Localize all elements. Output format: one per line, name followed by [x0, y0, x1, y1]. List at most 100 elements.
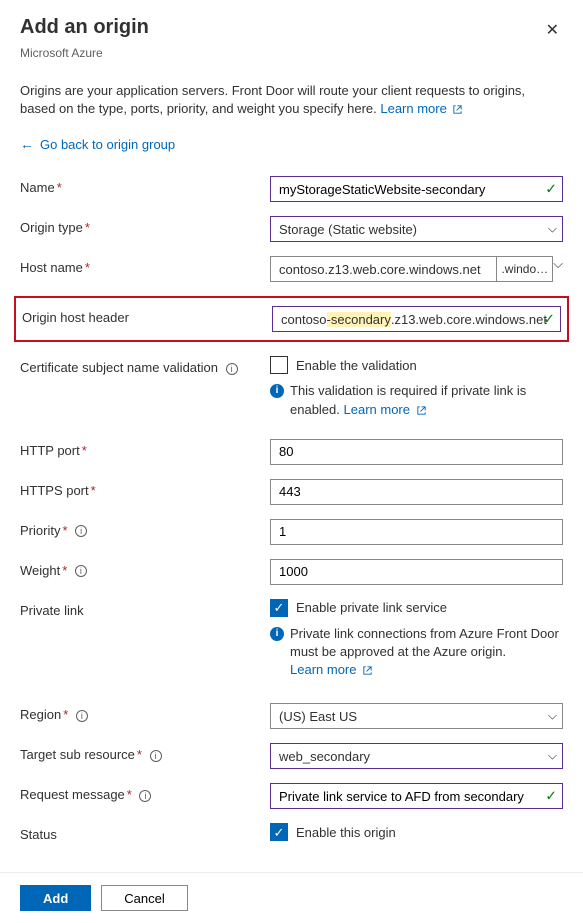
required-icon: *: [137, 747, 142, 762]
request-message-input[interactable]: [270, 783, 563, 809]
cert-validation-checkbox-label: Enable the validation: [296, 358, 417, 373]
check-icon: ✓: [274, 601, 285, 614]
row-origin-host-header: Origin host header contoso-secondary.z13…: [22, 306, 561, 332]
field-priority: [270, 519, 563, 545]
region-select[interactable]: (US) East US: [270, 703, 563, 729]
required-icon: *: [91, 483, 96, 498]
status-checkbox-label: Enable this origin: [296, 825, 396, 840]
info-filled-icon: i: [270, 384, 284, 398]
row-http-port: HTTP port*: [20, 439, 563, 465]
row-host-name: Host name* contoso.z13.web.core.windows.…: [20, 256, 563, 282]
row-priority: Priority* i: [20, 519, 563, 545]
field-origin-host-header: contoso-secondary.z13.web.core.windows.n…: [272, 306, 561, 332]
priority-input[interactable]: [270, 519, 563, 545]
field-request-message: ✓: [270, 783, 563, 809]
field-private-link: ✓ Enable private link service i Private …: [270, 599, 563, 680]
required-icon: *: [85, 260, 90, 275]
https-port-input[interactable]: [270, 479, 563, 505]
panel-header: Add an origin ✕: [20, 16, 563, 44]
private-link-note: i Private link connections from Azure Fr…: [270, 625, 563, 680]
target-sub-resource-select[interactable]: web_secondary: [270, 743, 563, 769]
close-icon[interactable]: ✕: [542, 16, 563, 44]
required-icon: *: [63, 707, 68, 722]
info-icon[interactable]: i: [139, 790, 151, 802]
field-cert-validation: Enable the validation i This validation …: [270, 356, 563, 418]
info-icon[interactable]: i: [76, 710, 88, 722]
row-request-message: Request message* i ✓: [20, 783, 563, 809]
row-https-port: HTTPS port*: [20, 479, 563, 505]
label-host-name: Host name*: [20, 256, 270, 275]
label-priority: Priority* i: [20, 519, 270, 538]
info-icon[interactable]: i: [75, 565, 87, 577]
chevron-down-icon: ⌵: [553, 256, 563, 282]
host-name-suffix: .windo…: [497, 256, 553, 282]
cancel-button[interactable]: Cancel: [101, 885, 187, 911]
origin-type-select[interactable]: Storage (Static website): [270, 216, 563, 242]
intro-text: Origins are your application servers. Fr…: [20, 82, 563, 118]
label-origin-type: Origin type*: [20, 216, 270, 235]
label-name: Name*: [20, 176, 270, 195]
private-link-checkbox[interactable]: ✓: [270, 599, 288, 617]
label-private-link: Private link: [20, 599, 270, 618]
field-http-port: [270, 439, 563, 465]
add-origin-panel: Add an origin ✕ Microsoft Azure Origins …: [0, 0, 583, 842]
required-icon: *: [62, 563, 67, 578]
status-checkbox[interactable]: ✓: [270, 823, 288, 841]
weight-input[interactable]: [270, 559, 563, 585]
label-cert-validation: Certificate subject name validation i: [20, 356, 270, 375]
info-filled-icon: i: [270, 627, 284, 641]
footer: Add Cancel: [0, 872, 583, 923]
name-input[interactable]: [270, 176, 563, 202]
row-weight: Weight* i: [20, 559, 563, 585]
field-region: (US) East US ⌵: [270, 703, 563, 729]
external-link-icon: [452, 104, 463, 115]
panel-title: Add an origin: [20, 16, 149, 39]
status-checkbox-row: ✓ Enable this origin: [270, 823, 563, 841]
info-icon[interactable]: i: [75, 525, 87, 537]
required-icon: *: [82, 443, 87, 458]
row-status: Status ✓ Enable this origin: [20, 823, 563, 842]
field-weight: [270, 559, 563, 585]
cert-validation-checkbox[interactable]: [270, 356, 288, 374]
row-private-link: Private link ✓ Enable private link servi…: [20, 599, 563, 680]
http-port-input[interactable]: [270, 439, 563, 465]
required-icon: *: [57, 180, 62, 195]
field-https-port: [270, 479, 563, 505]
back-link-row[interactable]: ← Go back to origin group: [20, 136, 563, 152]
row-origin-type: Origin type* Storage (Static website) ⌵: [20, 216, 563, 242]
origin-host-header-input[interactable]: contoso-secondary.z13.web.core.windows.n…: [272, 306, 561, 332]
back-link[interactable]: Go back to origin group: [40, 137, 175, 152]
label-status: Status: [20, 823, 270, 842]
cert-validation-checkbox-row: Enable the validation: [270, 356, 563, 374]
row-name: Name* ✓: [20, 176, 563, 202]
field-host-name: contoso.z13.web.core.windows.net .windo……: [270, 256, 563, 282]
private-link-learn-more-link[interactable]: Learn more: [290, 662, 373, 677]
info-icon[interactable]: i: [226, 363, 238, 375]
label-target-sub-resource: Target sub resource* i: [20, 743, 270, 762]
info-icon[interactable]: i: [150, 750, 162, 762]
row-region: Region* i (US) East US ⌵: [20, 703, 563, 729]
external-link-icon: [416, 405, 427, 416]
arrow-left-icon: ←: [20, 136, 34, 152]
panel-subtitle: Microsoft Azure: [20, 46, 563, 60]
label-https-port: HTTPS port*: [20, 479, 270, 498]
row-cert-validation: Certificate subject name validation i En…: [20, 356, 563, 418]
intro-learn-more-link[interactable]: Learn more: [380, 101, 463, 116]
external-link-icon: [362, 665, 373, 676]
required-icon: *: [85, 220, 90, 235]
check-icon: ✓: [274, 826, 285, 839]
private-link-checkbox-row: ✓ Enable private link service: [270, 599, 563, 617]
required-icon: *: [127, 787, 132, 802]
highlight-origin-host-header: Origin host header contoso-secondary.z13…: [14, 296, 569, 342]
label-weight: Weight* i: [20, 559, 270, 578]
cert-learn-more-link[interactable]: Learn more: [344, 402, 427, 417]
field-origin-type: Storage (Static website) ⌵: [270, 216, 563, 242]
host-name-select[interactable]: contoso.z13.web.core.windows.net: [270, 256, 497, 282]
add-button[interactable]: Add: [20, 885, 91, 911]
private-link-checkbox-label: Enable private link service: [296, 600, 447, 615]
row-target-sub-resource: Target sub resource* i web_secondary ⌵: [20, 743, 563, 769]
label-http-port: HTTP port*: [20, 439, 270, 458]
field-name: ✓: [270, 176, 563, 202]
title-block: Add an origin: [20, 16, 149, 39]
label-region: Region* i: [20, 703, 270, 722]
